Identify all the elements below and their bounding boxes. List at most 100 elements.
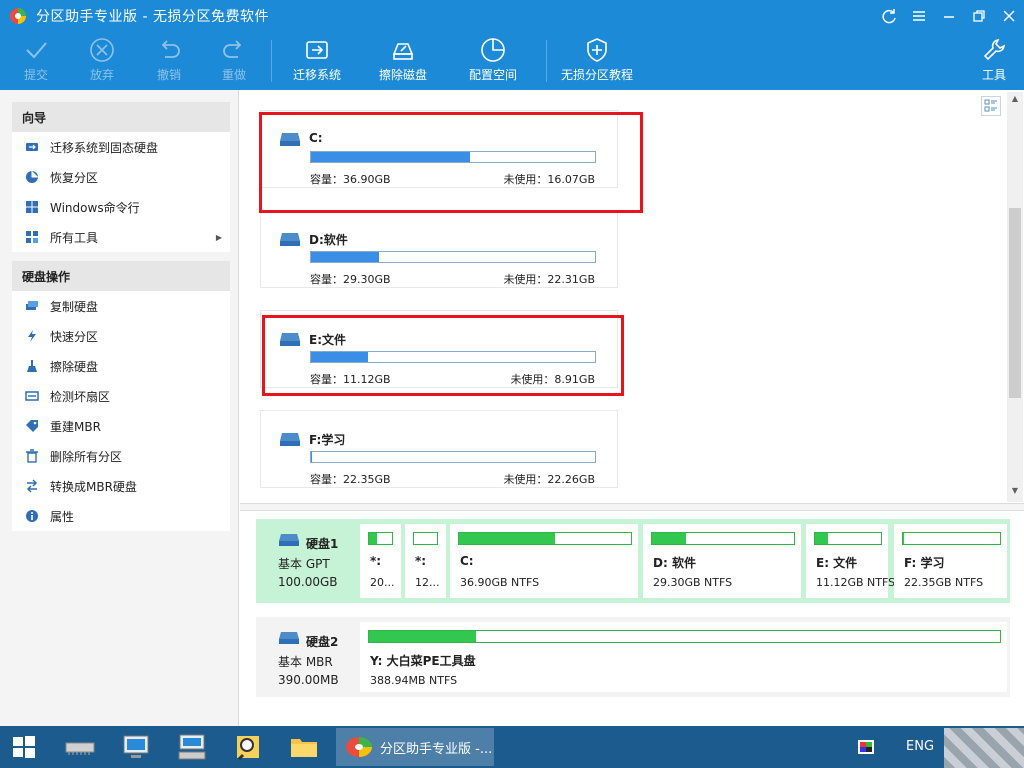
- partition-name: D:软件: [309, 233, 348, 247]
- sidebar-item-properties[interactable]: 属性: [12, 501, 230, 531]
- taskbar-app-button[interactable]: 分区助手专业版 -...: [336, 728, 494, 766]
- tray-color-icon[interactable]: [858, 740, 874, 754]
- disk-row-2[interactable]: 硬盘2 基本 MBR 390.00MB Y: 大白菜PE工具盘 388.94MB…: [256, 617, 1010, 697]
- recover-partition-icon: [24, 169, 40, 185]
- start-button[interactable]: [4, 730, 44, 764]
- disk-name: 硬盘1: [306, 537, 339, 551]
- app-logo-icon: [346, 737, 372, 757]
- refresh-icon[interactable]: [874, 0, 904, 32]
- checkmark-icon: [26, 42, 47, 59]
- hard-disk-icon: [279, 534, 299, 546]
- taskbar-folder-icon[interactable]: [284, 730, 324, 764]
- wrench-icon: [983, 39, 1005, 61]
- wipe-disk-button[interactable]: 擦除磁盘: [379, 36, 427, 83]
- close-icon[interactable]: [994, 0, 1024, 32]
- usage-fill: [311, 252, 380, 262]
- undo-button[interactable]: 撤销: [155, 36, 183, 83]
- minimize-icon[interactable]: [934, 0, 964, 32]
- partition-bar: [368, 532, 393, 545]
- disk-ops-panel: 硬盘操作 复制硬盘 快速分区 擦除硬盘 检测坏扇区 重建MBR 删除所有分区 转…: [12, 261, 230, 531]
- hard-disk-icon: [279, 632, 299, 644]
- vertical-scrollbar[interactable]: ▲ ▼: [1007, 92, 1023, 502]
- usage-bar: [310, 451, 596, 463]
- lightning-icon: [24, 328, 40, 344]
- taskbar-app-label: 分区助手专业版 -...: [380, 741, 493, 757]
- disk-partition[interactable]: E: 文件 11.12GB NTFS: [806, 524, 895, 598]
- allocate-space-button[interactable]: 配置空间: [469, 36, 517, 83]
- sidebar-item-convert-mbr[interactable]: 转换成MBR硬盘: [12, 471, 230, 501]
- disk-partition[interactable]: *: 20...: [360, 524, 401, 598]
- partition-capacity: 容量：29.30GB: [310, 273, 391, 286]
- partition-capacity: 容量：22.35GB: [310, 473, 391, 486]
- pane-splitter[interactable]: [240, 503, 1024, 511]
- scroll-up-icon[interactable]: ▲: [1007, 94, 1023, 108]
- partition-bar: [814, 532, 882, 545]
- highlight-box-c: [259, 112, 643, 213]
- sidebar-item-wipe-disk[interactable]: 擦除硬盘: [12, 351, 230, 381]
- partition-free: 未使用：22.26GB: [503, 473, 595, 486]
- partition-info: 29.30GB NTFS: [653, 576, 733, 589]
- usage-bar: [310, 251, 596, 263]
- disk-partition[interactable]: Y: 大白菜PE工具盘 388.94MB NTFS: [360, 622, 1007, 692]
- convert-icon: [24, 478, 40, 494]
- partition-card-f[interactable]: F:学习 容量：22.35GB 未使用：22.26GB: [260, 410, 618, 488]
- sidebar-item-rebuild-mbr[interactable]: 重建MBR: [12, 411, 230, 441]
- wipe-disk-icon: [24, 358, 40, 374]
- toolbar-separator: [271, 40, 272, 82]
- sidebar-item-all-tools[interactable]: 所有工具 ▶: [12, 222, 230, 252]
- sidebar-item-migrate-ssd[interactable]: 迁移系统到固态硬盘: [12, 132, 230, 162]
- sidebar-item-check-bad-sector[interactable]: 检测坏扇区: [12, 381, 230, 411]
- disk-partition[interactable]: D: 软件 29.30GB NTFS: [643, 524, 801, 598]
- app-logo-icon: [10, 8, 26, 24]
- undo-icon: [161, 40, 180, 58]
- view-toggle-button[interactable]: [981, 96, 1001, 116]
- disk-type: 基本 GPT: [278, 557, 330, 571]
- delete-icon: [24, 448, 40, 464]
- taskbar-computer-icon[interactable]: [116, 730, 156, 764]
- wizard-panel: 向导 迁移系统到固态硬盘 恢复分区 Windows命令行 所有工具 ▶: [12, 102, 230, 252]
- sidebar-item-recover-partition[interactable]: 恢复分区: [12, 162, 230, 192]
- menu-icon[interactable]: [904, 0, 934, 32]
- taskbar-keyboard-icon[interactable]: [172, 730, 212, 764]
- taskbar-device-icon[interactable]: [60, 730, 100, 764]
- windows-logo-icon: [13, 736, 35, 758]
- disk-size: 390.00MB: [278, 673, 339, 687]
- disk-row-1[interactable]: 硬盘1 基本 GPT 100.00GB *: 20... *: 12... C:…: [256, 519, 1010, 603]
- sidebar-item-quick-partition[interactable]: 快速分区: [12, 321, 230, 351]
- disk-label: 硬盘1 基本 GPT 100.00GB: [256, 519, 356, 603]
- migrate-system-button[interactable]: 迁移系统: [293, 36, 341, 83]
- sidebar-item-copy-disk[interactable]: 复制硬盘: [12, 291, 230, 321]
- redo-button[interactable]: 重做: [220, 36, 248, 83]
- scroll-down-icon[interactable]: ▼: [1007, 486, 1023, 500]
- sidebar-item-windows-cmd[interactable]: Windows命令行: [12, 192, 230, 222]
- discard-button[interactable]: 放弃: [88, 36, 116, 83]
- check-sector-icon: [24, 388, 40, 404]
- rebuild-mbr-icon: [24, 418, 40, 434]
- disk-name: 硬盘2: [306, 635, 339, 649]
- migrate-ssd-icon: [24, 139, 40, 155]
- pie-chart-icon: [481, 38, 505, 62]
- partition-label: C:: [460, 554, 474, 568]
- app-window: 分区助手专业版 - 无损分区免费软件 提交 放弃 撤销 重做 迁移系统 擦除磁盘…: [0, 0, 1024, 768]
- commit-button[interactable]: 提交: [22, 36, 50, 83]
- disk-partition[interactable]: *: 12...: [405, 524, 446, 598]
- language-indicator[interactable]: ENG: [906, 739, 934, 754]
- partition-card-d[interactable]: D:软件 容量：29.30GB 未使用：22.31GB: [260, 210, 618, 288]
- taskbar-search-icon[interactable]: [228, 730, 268, 764]
- partition-bar: [413, 532, 438, 545]
- list-view-icon: [984, 99, 997, 112]
- disk-partition[interactable]: F: 学习 22.35GB NTFS: [894, 524, 1007, 598]
- sidebar-item-delete-all-partitions[interactable]: 删除所有分区: [12, 441, 230, 471]
- scroll-thumb[interactable]: [1009, 208, 1021, 398]
- restore-icon[interactable]: [964, 0, 994, 32]
- taskbar: 分区助手专业版 -... ENG: [0, 726, 1024, 768]
- partition-info: 36.90GB NTFS: [460, 576, 540, 589]
- partition-fill: [369, 533, 378, 544]
- cancel-circle-icon: [90, 38, 114, 62]
- tools-button[interactable]: 工具: [980, 36, 1008, 83]
- tutorial-button[interactable]: 无损分区教程: [561, 36, 633, 83]
- partition-bar: [902, 532, 1001, 545]
- partition-bar: [651, 532, 795, 545]
- disk-partition[interactable]: C: 36.90GB NTFS: [450, 524, 638, 598]
- toolbar-separator: [546, 40, 547, 82]
